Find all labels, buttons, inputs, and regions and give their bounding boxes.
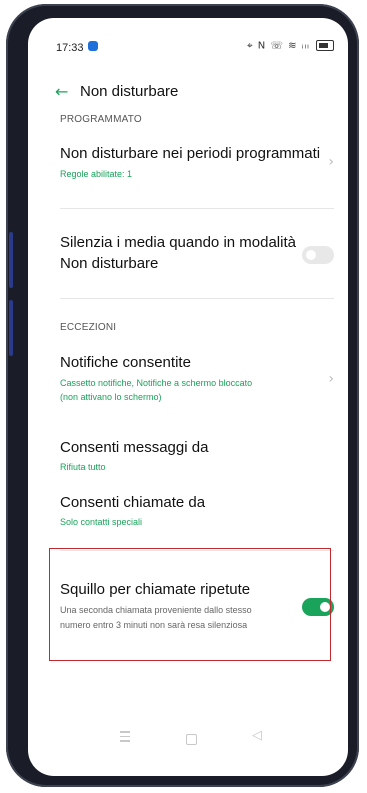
allowed-notifications-item[interactable]: Notifiche consentite Cassetto notifiche,… bbox=[28, 353, 348, 408]
page-title: Non disturbare bbox=[80, 83, 179, 100]
status-icons: ⌖ N ☏ ≋ ᵢₗₗ bbox=[247, 40, 334, 52]
status-signal-icons: ⌖ N ☏ ≋ ᵢₗₗ bbox=[246, 40, 310, 52]
allowed-notifications-title: Notifiche consentite bbox=[60, 354, 191, 371]
toggle-knob bbox=[306, 250, 316, 260]
scheduled-periods-title: Non disturbare nei periodi programmati bbox=[60, 145, 321, 162]
status-bar: 17:33 ⌖ N ☏ ≋ ᵢₗₗ bbox=[28, 18, 348, 62]
silence-media-toggle[interactable] bbox=[302, 246, 334, 264]
chevron-right-icon: › bbox=[328, 371, 334, 387]
chevron-right-icon: › bbox=[328, 154, 334, 170]
side-button-lower bbox=[9, 300, 13, 356]
allow-calls-subtitle: Solo contatti speciali bbox=[60, 517, 143, 527]
divider bbox=[60, 298, 334, 299]
allow-calls-title: Consenti chiamate da bbox=[60, 494, 206, 511]
allow-calls-item[interactable]: Consenti chiamate da Solo contatti speci… bbox=[28, 493, 348, 533]
home-icon[interactable] bbox=[186, 734, 197, 745]
phone-screen: 17:33 ⌖ N ☏ ≋ ᵢₗₗ ← Non disturbare PROGR… bbox=[28, 18, 348, 776]
silence-media-title-line2: Non disturbare bbox=[60, 255, 159, 272]
section-header-exceptions: ECCEZIONI bbox=[60, 322, 117, 333]
battery-icon bbox=[316, 40, 334, 51]
silence-media-item[interactable]: Silenzia i media quando in modalità Non … bbox=[28, 233, 348, 278]
back-icon[interactable]: ◁ bbox=[252, 728, 262, 743]
allowed-notifications-subtitle-line1: Cassetto notifiche, Notifiche a schermo … bbox=[60, 378, 253, 388]
back-arrow-icon[interactable]: ← bbox=[55, 82, 68, 101]
navigation-bar: ◁ bbox=[28, 726, 348, 756]
status-time: 17:33 bbox=[56, 42, 84, 54]
divider bbox=[60, 208, 334, 209]
menu-icon[interactable] bbox=[120, 731, 130, 745]
side-button-upper bbox=[9, 232, 13, 288]
scheduled-periods-item[interactable]: Non disturbare nei periodi programmati R… bbox=[28, 144, 348, 194]
allow-messages-item[interactable]: Consenti messaggi da Rifiuta tutto bbox=[28, 438, 348, 478]
allowed-notifications-subtitle-line2: (non attivano lo schermo) bbox=[60, 392, 162, 402]
title-bar: ← Non disturbare bbox=[28, 80, 348, 110]
allow-messages-subtitle: Rifiuta tutto bbox=[60, 462, 106, 472]
allow-messages-title: Consenti messaggi da bbox=[60, 439, 209, 456]
highlight-box bbox=[49, 548, 331, 661]
phone-frame: 17:33 ⌖ N ☏ ≋ ᵢₗₗ ← Non disturbare PROGR… bbox=[6, 4, 359, 787]
silence-media-title-line1: Silenzia i media quando in modalità bbox=[60, 234, 296, 251]
notification-app-icon bbox=[88, 41, 98, 51]
scheduled-periods-subtitle: Regole abilitate: 1 bbox=[60, 169, 133, 179]
section-header-scheduled: PROGRAMMATO bbox=[60, 114, 142, 125]
